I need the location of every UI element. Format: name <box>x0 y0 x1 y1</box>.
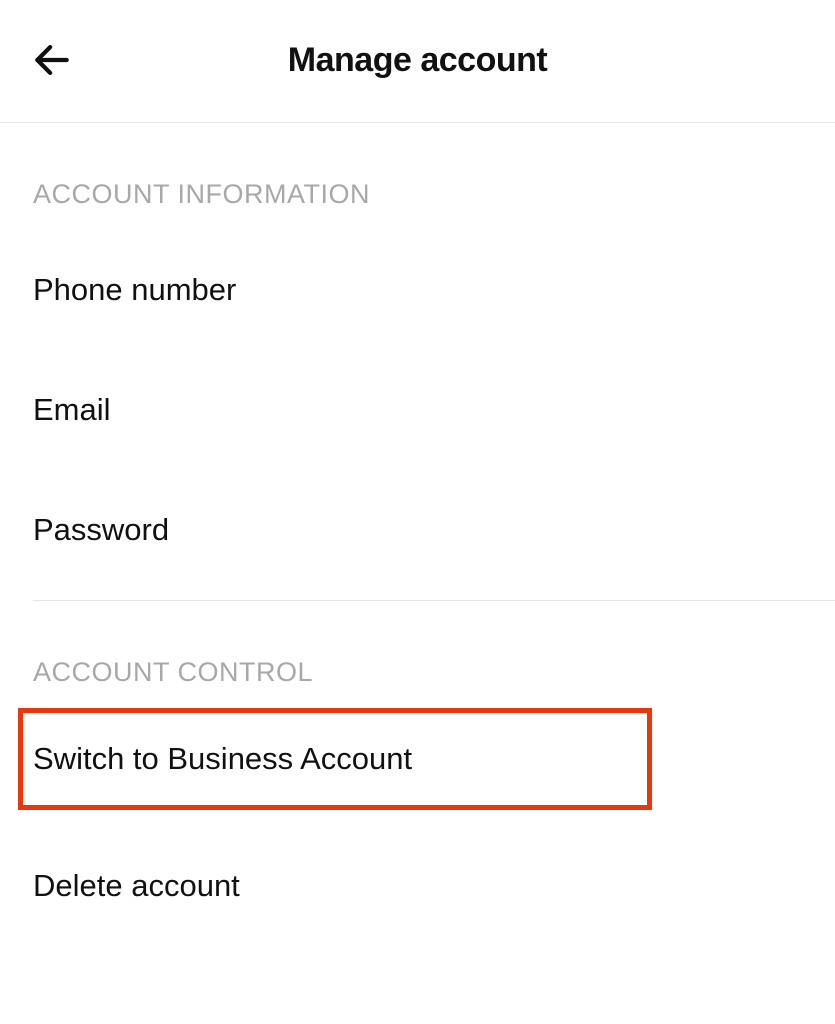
list-item-password[interactable]: Password <box>33 470 802 590</box>
list-item-delete-account[interactable]: Delete account <box>33 826 802 946</box>
list-item-email[interactable]: Email <box>33 350 802 470</box>
list-item-phone-number[interactable]: Phone number <box>33 230 802 350</box>
section-header-account-control: ACCOUNT CONTROL <box>33 657 802 688</box>
list-item-switch-business[interactable]: Switch to Business Account <box>18 708 652 810</box>
section-header-account-information: ACCOUNT INFORMATION <box>33 179 802 210</box>
header: Manage account <box>0 0 835 123</box>
content-area: ACCOUNT INFORMATION Phone number Email P… <box>0 179 835 946</box>
section-divider <box>33 600 835 601</box>
page-title: Manage account <box>288 41 547 80</box>
back-arrow-icon[interactable] <box>30 38 74 82</box>
list-item-switch-business-label: Switch to Business Account <box>33 741 637 777</box>
